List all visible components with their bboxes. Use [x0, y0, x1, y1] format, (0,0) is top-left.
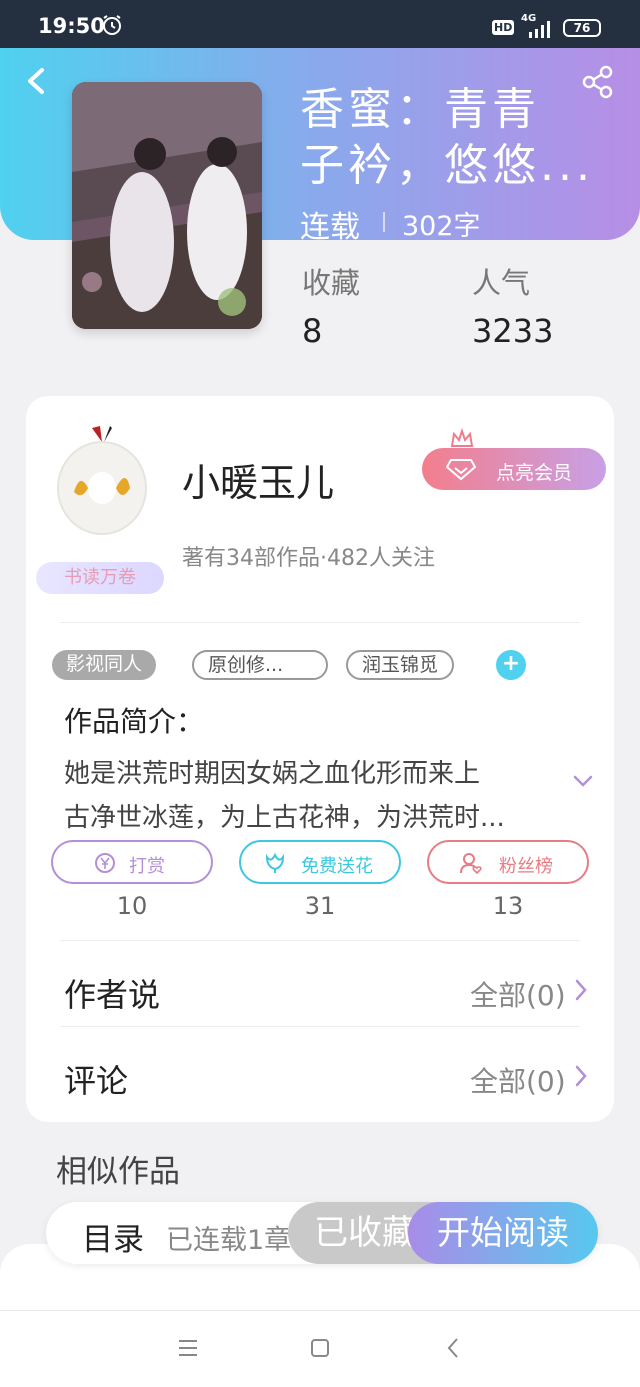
battery-icon: 76: [563, 19, 601, 37]
alarm-icon: [103, 15, 121, 35]
author-stats: 著有34部作品·482人关注: [182, 546, 435, 571]
book-status: 连载: [300, 210, 360, 245]
cover-illustration: [72, 82, 262, 329]
book-title: 香蜜：青青 子衿，悠悠...: [300, 82, 600, 194]
divider: [60, 1026, 580, 1027]
tip-label: 打赏: [129, 856, 165, 877]
tag-item[interactable]: 影视同人: [52, 650, 157, 680]
favorites-count: 8: [302, 312, 323, 350]
author-avatar[interactable]: [52, 422, 152, 538]
vip-membership-button[interactable]: 点亮会员: [422, 448, 606, 490]
fan-ranking-label: 粉丝榜: [499, 856, 553, 877]
book-title-line1: 香蜜：青青: [300, 84, 540, 135]
back-button[interactable]: [22, 64, 52, 98]
send-flower-label: 免费送花: [301, 856, 373, 877]
divider: [60, 622, 580, 623]
fans-icon: [460, 853, 482, 875]
fan-ranking-button[interactable]: 粉丝榜: [427, 840, 589, 884]
crown-icon: [450, 428, 474, 447]
intro-line: 她是洪荒时期因女娲之血化形而来上: [64, 759, 481, 789]
tip-button[interactable]: 打赏: [51, 840, 213, 884]
menu-icon[interactable]: [176, 1336, 200, 1360]
vip-membership-label: 点亮会员: [496, 462, 573, 484]
book-title-line2: 子衿，悠悠...: [300, 140, 594, 191]
chevron-down-icon[interactable]: [572, 772, 594, 790]
comments-label[interactable]: 评论: [64, 1056, 128, 1102]
home-icon[interactable]: [308, 1336, 332, 1360]
book-cover[interactable]: [72, 82, 262, 329]
table-of-contents-button[interactable]: 目录: [82, 1214, 144, 1259]
coin-icon: [95, 853, 115, 873]
author-name[interactable]: 小暖玉儿: [182, 452, 334, 507]
signal-icon: [529, 21, 550, 38]
hd-indicator: HD: [492, 20, 515, 35]
divider: [60, 940, 580, 941]
intro-line: 古净世冰莲，为上古花神，为洪荒时...: [64, 803, 505, 833]
tag-item[interactable]: 润玉锦觅: [346, 650, 455, 680]
diamond-icon: [446, 459, 476, 481]
tip-count: 10: [116, 892, 148, 920]
favorites-label: 收藏: [302, 266, 361, 300]
author-notes-label[interactable]: 作者说: [64, 970, 160, 1016]
fan-count: 13: [492, 892, 524, 920]
author-level-badge: 书读万卷: [36, 562, 164, 594]
status-divider: [383, 212, 385, 232]
popularity-label: 人气: [472, 266, 531, 300]
intro-text[interactable]: 她是洪荒时期因女娲之血化形而来上 古净世冰莲，为上古花神，为洪荒时...: [64, 752, 554, 840]
chevron-right-icon[interactable]: [574, 1064, 588, 1088]
send-flower-button[interactable]: 免费送花: [239, 840, 401, 884]
flower-count: 31: [304, 892, 336, 920]
popularity-count: 3233: [472, 312, 554, 350]
chapter-status: 已连载1章: [166, 1225, 292, 1256]
start-reading-button[interactable]: 开始阅读: [408, 1202, 598, 1264]
tag-item[interactable]: 原创修...: [192, 650, 328, 680]
flower-icon: [265, 852, 285, 873]
author-notes-all[interactable]: 全部(0): [470, 974, 566, 1014]
comments-all[interactable]: 全部(0): [470, 1060, 566, 1100]
similar-works-title: 相似作品: [56, 1154, 180, 1190]
status-time: 19:50: [38, 14, 105, 38]
word-count: 302字: [402, 211, 481, 242]
nav-back-icon[interactable]: [442, 1336, 466, 1360]
add-tag-button[interactable]: +: [496, 650, 526, 680]
chevron-right-icon[interactable]: [574, 978, 588, 1002]
intro-title: 作品简介：: [64, 705, 205, 738]
status-bar: 19:50 HD 4G 76: [0, 0, 640, 48]
